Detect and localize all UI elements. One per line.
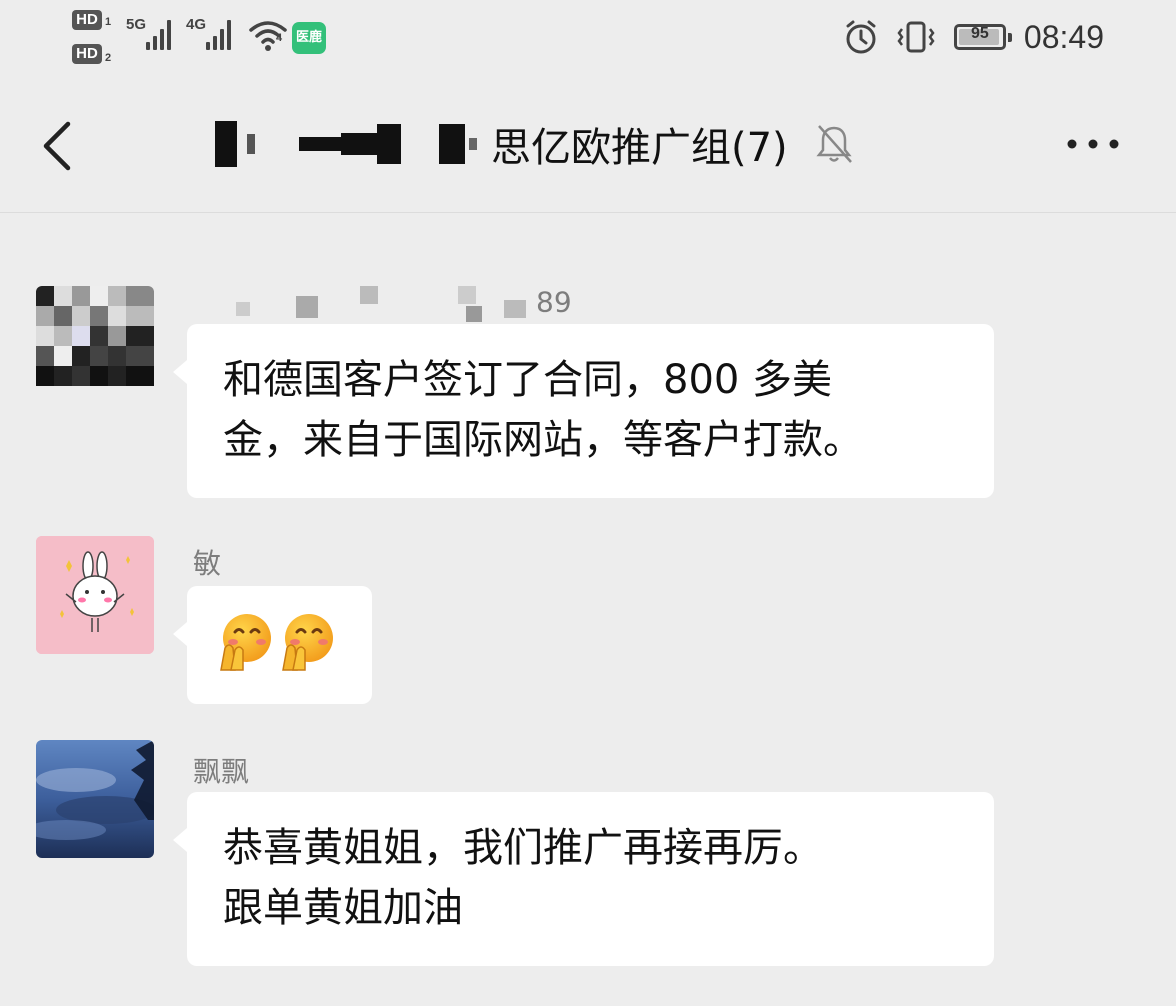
signal-icon <box>206 18 231 50</box>
sim2-index: 2 <box>105 52 112 64</box>
redacted-sender-name <box>236 280 536 324</box>
face-with-hand-over-mouth-emoji <box>282 614 333 671</box>
message-bubble[interactable] <box>173 586 372 704</box>
emoji-row <box>215 608 344 674</box>
sender-name: 89 <box>236 280 572 324</box>
sender-name: 飘飘 <box>193 755 250 788</box>
more-dots-icon[interactable] <box>1058 126 1128 162</box>
battery-level: 95 <box>971 25 989 42</box>
message-text-line: 金，来自于国际网站，等客户打款。 <box>223 417 863 463</box>
status-right-group: 95 08:49 <box>844 16 1104 58</box>
avatar[interactable] <box>36 536 154 654</box>
network-type-4g: 4G <box>186 16 207 33</box>
message-text-line: 跟单黄姐加油 <box>223 885 463 931</box>
chat-title-group[interactable]: 思亿欧推广组(7) <box>215 114 854 174</box>
battery-icon: 95 <box>953 24 1012 50</box>
hd-sim1-badge: HD <box>72 10 102 30</box>
signal-icon <box>146 18 171 50</box>
chat-header: 思亿欧推广组(7) <box>0 82 1176 213</box>
sky-avatar-image <box>36 740 154 858</box>
network-type-5g: 5G <box>126 16 147 33</box>
sender-name: 敏 <box>193 547 222 580</box>
chat-title: 思亿欧推广组(7) <box>491 125 788 171</box>
avatar[interactable] <box>36 286 154 404</box>
message-text-line: 和德国客户签订了合同，800 多美 <box>223 357 833 403</box>
alarm-icon <box>846 20 876 54</box>
avatar[interactable] <box>36 740 154 858</box>
hd-sim2-badge: HD <box>72 44 102 64</box>
status-bar: HD 1 HD 2 5G 4G 4 医鹿 95 08:49 <box>0 0 1176 82</box>
redacted-title-part <box>215 121 477 167</box>
face-with-hand-over-mouth-emoji <box>220 614 271 671</box>
bunny-avatar-image <box>36 536 154 654</box>
sim1-index: 1 <box>105 16 112 28</box>
message-bubble[interactable]: 恭喜黄姐姐，我们推广再接再厉。 跟单黄姐加油 <box>173 792 994 966</box>
message-bubble[interactable]: 和德国客户签订了合同，800 多美 金，来自于国际网站，等客户打款。 <box>173 324 994 498</box>
status-time: 08:49 <box>1023 18 1104 55</box>
app-notification-icon: 医鹿 <box>292 22 326 54</box>
bell-muted-icon <box>816 125 852 163</box>
message-text-line: 恭喜黄姐姐，我们推广再接再厉。 <box>223 825 823 871</box>
chevron-left-icon[interactable] <box>30 108 90 178</box>
vibrate-icon <box>897 21 935 53</box>
wifi-standard-label: 4 <box>276 32 283 44</box>
